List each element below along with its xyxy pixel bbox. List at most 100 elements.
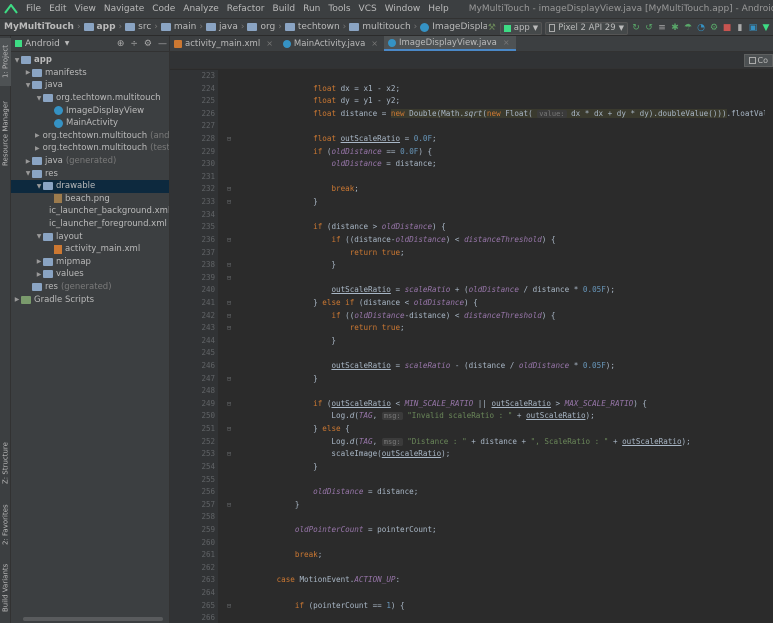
tree-item[interactable]: ▼ app: [11, 54, 169, 67]
menu-item-help[interactable]: Help: [424, 4, 453, 14]
menu-item-window[interactable]: Window: [381, 4, 425, 14]
run-config-select[interactable]: app ▼: [499, 21, 543, 35]
close-icon[interactable]: ×: [266, 39, 273, 48]
tree-item-label: res: [45, 168, 58, 179]
fold-marker-icon[interactable]: ⊟: [218, 183, 240, 196]
fold-marker-icon[interactable]: ⊟: [218, 448, 240, 461]
coverage-icon[interactable]: ☂: [683, 23, 693, 33]
breadcrumb-item-techtown[interactable]: techtown ›: [284, 22, 349, 32]
fold-marker-icon[interactable]: ⊟: [218, 322, 240, 335]
profile-icon[interactable]: ◔: [696, 23, 706, 33]
tab-resource-manager[interactable]: Resource Manager: [0, 92, 11, 174]
breadcrumb-item-main[interactable]: main ›: [160, 22, 206, 32]
fold-marker-icon[interactable]: ⊟: [218, 423, 240, 436]
tree-item[interactable]: ▶ values: [11, 268, 169, 281]
tree-item[interactable]: ▶ mipmap: [11, 256, 169, 269]
chevron-right-icon: ›: [240, 22, 245, 32]
attach-debugger-icon[interactable]: ⚙: [709, 23, 719, 33]
locate-icon[interactable]: ⊕: [117, 39, 125, 49]
tree-item[interactable]: ▼ res: [11, 167, 169, 180]
menu-item-navigate[interactable]: Navigate: [100, 4, 148, 14]
fold-marker-icon[interactable]: ⊟: [218, 310, 240, 323]
fold-marker-icon[interactable]: ⊟: [218, 133, 240, 146]
tree-item[interactable]: ▼ java: [11, 79, 169, 92]
menu-item-refactor[interactable]: Refactor: [223, 4, 269, 14]
apply-changes-icon[interactable]: ↻: [631, 23, 641, 33]
hide-icon[interactable]: —: [158, 39, 167, 49]
menu-item-build[interactable]: Build: [269, 4, 300, 14]
close-icon[interactable]: ×: [503, 38, 510, 47]
tree-item[interactable]: ImageDisplayView: [11, 104, 169, 117]
folder-icon: [32, 282, 42, 291]
tab-favorites[interactable]: 2: Favorites: [0, 498, 11, 552]
horizontal-scrollbar[interactable]: [23, 617, 163, 621]
stop-icon[interactable]: ■: [722, 23, 732, 33]
gradle-icon: [21, 295, 31, 304]
tab-build-variants[interactable]: Build Variants: [0, 558, 11, 618]
vertical-scrollbar[interactable]: [765, 70, 773, 623]
tab-activity-main-xml[interactable]: activity_main.xml ×: [170, 36, 279, 51]
menu-items: File Edit View Navigate Code Analyze Refactor B…: [22, 4, 453, 14]
breadcrumb-item-app[interactable]: app ›: [83, 22, 126, 32]
avd-manager-icon[interactable]: ▣: [748, 23, 758, 33]
device-select[interactable]: Pixel 2 API 29 ▼: [545, 21, 628, 35]
debug-icon[interactable]: ✱: [670, 23, 680, 33]
fold-marker-icon[interactable]: ⊟: [218, 259, 240, 272]
tree-item[interactable]: ▼ org.techtown.multitouch: [11, 92, 169, 105]
gear-icon[interactable]: ⚙: [144, 39, 152, 49]
tree-item[interactable]: ▶ java (generated): [11, 155, 169, 168]
tree-item[interactable]: ic_launcher_foreground.xml(v: [11, 218, 169, 231]
tree-item[interactable]: ▶ Gradle Scripts: [11, 293, 169, 306]
fold-marker-icon[interactable]: ⊟: [218, 373, 240, 386]
menu-item-tools[interactable]: Tools: [324, 4, 354, 14]
code-editor[interactable]: float dx = x1 - x2; float dy = y1 - y2; …: [240, 70, 773, 623]
fold-marker-icon[interactable]: ⊟: [218, 234, 240, 247]
fold-marker-icon[interactable]: ⊟: [218, 196, 240, 209]
fold-marker-icon[interactable]: ⊟: [218, 297, 240, 310]
editor-tabs: activity_main.xml × MainActivity.java × Imag…: [170, 36, 773, 52]
breadcrumb-item-multitouch[interactable]: multitouch ›: [349, 22, 420, 32]
code-view-button[interactable]: Co: [743, 53, 773, 67]
close-icon[interactable]: ×: [371, 39, 378, 48]
line-number: 248: [201, 386, 215, 396]
fold-marker-icon[interactable]: ⊟: [218, 499, 240, 512]
breadcrumb-item-mymultitouch[interactable]: MyMultiTouch ›: [4, 22, 84, 32]
tree-item[interactable]: ic_launcher_background.xml: [11, 205, 169, 218]
project-view-select[interactable]: Android ▼: [15, 39, 69, 49]
tree-item[interactable]: ▶org.techtown.multitouch(test): [11, 142, 169, 155]
menu-item-code[interactable]: Code: [148, 4, 179, 14]
line-number: 229: [201, 146, 215, 156]
tree-item[interactable]: ▼ layout: [11, 230, 169, 243]
tree-item[interactable]: beach.png: [11, 193, 169, 206]
tree-item[interactable]: ▼ drawable: [11, 179, 169, 193]
sdk-manager-icon[interactable]: ▼: [761, 23, 771, 33]
tree-item[interactable]: res (generated): [11, 281, 169, 294]
hammer-icon[interactable]: ⚒: [487, 23, 497, 33]
fold-marker-icon[interactable]: ⊟: [218, 600, 240, 613]
sync-gradle-icon[interactable]: ▮: [735, 23, 745, 33]
collapse-all-icon[interactable]: ÷: [130, 39, 138, 49]
rerun-icon[interactable]: ≡: [657, 23, 667, 33]
menu-item-edit[interactable]: Edit: [45, 4, 70, 14]
menu-item-file[interactable]: File: [22, 4, 45, 14]
tree-item[interactable]: ▶org.techtown.multitouch(androidTest): [11, 130, 169, 143]
breadcrumb-item-src[interactable]: src ›: [125, 22, 161, 32]
menu-item-vcs[interactable]: VCS: [355, 4, 381, 14]
tree-item[interactable]: ▶ manifests: [11, 67, 169, 80]
breadcrumb-item-org[interactable]: org ›: [247, 22, 284, 32]
tab-project[interactable]: 1: Project: [0, 38, 11, 86]
breadcrumb-item-java[interactable]: java ›: [205, 22, 247, 32]
apply-code-changes-icon[interactable]: ↺: [644, 23, 654, 33]
fold-marker-icon[interactable]: ⊟: [218, 272, 240, 285]
menu-item-run[interactable]: Run: [299, 4, 324, 14]
tree-item[interactable]: MainActivity: [11, 117, 169, 130]
tree-item[interactable]: activity_main.xml: [11, 243, 169, 256]
menu-item-analyze[interactable]: Analyze: [179, 4, 222, 14]
tab-structure[interactable]: Z: Structure: [0, 436, 11, 490]
tab-mainactivity-java[interactable]: MainActivity.java ×: [279, 36, 384, 51]
menu-item-view[interactable]: View: [71, 4, 100, 14]
tab-imagedisplayview-java[interactable]: ImageDisplayView.java ×: [384, 36, 516, 51]
fold-marker-icon[interactable]: ⊟: [218, 398, 240, 411]
